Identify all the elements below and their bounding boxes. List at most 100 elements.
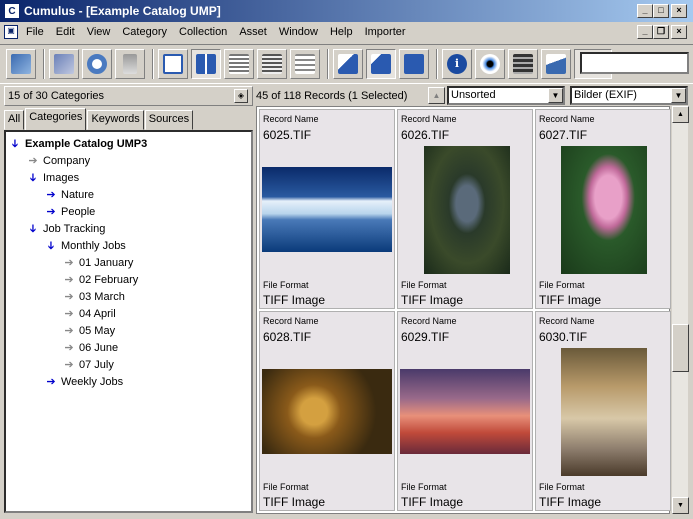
tree-node-label: Job Tracking <box>43 222 106 235</box>
collapsed-arrow-icon[interactable]: ➔ <box>44 188 58 201</box>
lifebuoy-button[interactable] <box>82 49 112 79</box>
small-preview-button[interactable] <box>333 49 363 79</box>
scroll-up-button[interactable]: ▲ <box>672 106 689 123</box>
tree-node[interactable]: ➔ 05 May <box>62 322 115 339</box>
menu-collection[interactable]: Collection <box>173 26 233 38</box>
catalog-button[interactable] <box>49 49 79 79</box>
categories-options-icon[interactable]: ◈ <box>234 89 248 103</box>
tree-node[interactable]: ➔ Job Tracking <box>26 220 106 237</box>
trash-button[interactable] <box>115 49 145 79</box>
filter-button[interactable] <box>541 49 571 79</box>
preview-button[interactable] <box>475 49 505 79</box>
collapsed-arrow-icon[interactable]: ➔ <box>62 273 76 286</box>
collapsed-arrow-icon[interactable]: ➔ <box>44 375 58 388</box>
records-scrollbar[interactable]: ▲ ▼ <box>671 106 689 514</box>
jaguar-photo[interactable] <box>262 369 392 454</box>
sync-button[interactable] <box>6 49 36 79</box>
close-button[interactable]: × <box>671 4 687 18</box>
menu-bar: ▣ File Edit View Category Collection Ass… <box>0 22 693 42</box>
large-preview-icon <box>404 54 424 74</box>
tree-node-label: 01 January <box>79 256 134 269</box>
tab-keywords[interactable]: Keywords <box>87 110 144 130</box>
view-details-button[interactable] <box>224 49 254 79</box>
record-cell[interactable]: Record Name 6030.TIF File Format TIFF Image <box>535 311 671 511</box>
record-cell[interactable]: Record Name 6025.TIF File Format TIFF Image <box>259 109 395 309</box>
record-cell[interactable]: Record Name 6027.TIF File Format TIFF Image <box>535 109 671 309</box>
record-cell[interactable]: Record Name 6026.TIF File Format TIFF Image <box>397 109 533 309</box>
doc-minimize-button[interactable]: _ <box>637 25 653 39</box>
view-columns-button[interactable] <box>257 49 287 79</box>
horses-in-mist-photo[interactable] <box>561 348 647 476</box>
menu-importer[interactable]: Importer <box>359 26 412 38</box>
chevron-down-icon[interactable]: ▼ <box>548 88 563 103</box>
menu-edit[interactable]: Edit <box>50 26 81 38</box>
scroll-thumb[interactable] <box>672 324 689 372</box>
doc-restore-button[interactable]: ❐ <box>653 25 669 39</box>
tree-node[interactable]: ➔ 02 February <box>62 271 138 288</box>
view-set-select[interactable]: Bilder (EXIF) ▼ <box>570 86 688 105</box>
tree-node-label: People <box>61 205 96 218</box>
iceberg-photo[interactable] <box>262 167 392 252</box>
menu-help[interactable]: Help <box>324 26 359 38</box>
expanded-arrow-icon[interactable]: ➔ <box>9 137 22 151</box>
tree-node[interactable]: ➔ Company <box>26 152 90 169</box>
category-tabs: All Categories Keywords Sources <box>4 108 253 130</box>
tab-all[interactable]: All <box>4 110 25 130</box>
tree-node[interactable]: ➔ Monthly Jobs <box>44 237 126 254</box>
expanded-arrow-icon[interactable]: ➔ <box>27 222 40 236</box>
tree-node[interactable]: ➔ 01 January <box>62 254 133 271</box>
menu-asset[interactable]: Asset <box>233 26 273 38</box>
search-input[interactable] <box>580 52 689 74</box>
tree-node[interactable]: ➔ Weekly Jobs <box>44 373 123 390</box>
minimize-button[interactable]: _ <box>637 4 653 18</box>
collapsed-arrow-icon[interactable]: ➔ <box>44 205 58 218</box>
collapsed-arrow-icon[interactable]: ➔ <box>62 256 76 269</box>
pink-flower-photo[interactable] <box>561 146 647 274</box>
view-table-button[interactable] <box>290 49 320 79</box>
view-thumbnail-button[interactable] <box>191 49 221 79</box>
file-format-label: File Format <box>263 280 309 290</box>
tree-node[interactable]: ➔ Example Catalog UMP3 <box>8 135 148 152</box>
expanded-arrow-icon[interactable]: ➔ <box>27 171 40 185</box>
scroll-down-button[interactable]: ▼ <box>672 497 689 514</box>
large-preview-button[interactable] <box>399 49 429 79</box>
menu-view[interactable]: View <box>81 26 117 38</box>
info-button[interactable]: i <box>442 49 472 79</box>
tab-sources[interactable]: Sources <box>144 110 194 130</box>
movie-button[interactable] <box>508 49 538 79</box>
doc-close-button[interactable]: × <box>671 25 687 39</box>
tree-node[interactable]: ➔ 04 April <box>62 305 115 322</box>
medium-preview-button[interactable] <box>366 49 396 79</box>
collapsed-arrow-icon[interactable]: ➔ <box>62 307 76 320</box>
expanded-arrow-icon[interactable]: ➔ <box>45 239 58 253</box>
record-cell[interactable]: Record Name 6029.TIF File Format TIFF Image <box>397 311 533 511</box>
sort-direction-button[interactable]: ▲ <box>428 87 445 104</box>
collapsed-arrow-icon[interactable]: ➔ <box>26 154 40 167</box>
menu-category[interactable]: Category <box>116 26 173 38</box>
maximize-button[interactable]: □ <box>653 4 669 18</box>
view-list-button[interactable] <box>158 49 188 79</box>
toolbar-separator <box>327 49 329 79</box>
collapsed-arrow-icon[interactable]: ➔ <box>62 341 76 354</box>
tab-categories[interactable]: Categories <box>25 108 87 130</box>
record-name-label: Record Name <box>263 114 319 124</box>
sort-select[interactable]: Unsorted ▼ <box>447 86 565 105</box>
collapsed-arrow-icon[interactable]: ➔ <box>62 358 76 371</box>
file-format-value: TIFF Image <box>401 495 464 509</box>
menu-window[interactable]: Window <box>273 26 324 38</box>
sunset-photo[interactable] <box>400 369 530 454</box>
tree-node[interactable]: ➔ Nature <box>44 186 94 203</box>
menu-file[interactable]: File <box>20 26 50 38</box>
tree-node[interactable]: ➔ People <box>44 203 95 220</box>
tree-node[interactable]: ➔ 07 July <box>62 356 113 373</box>
tree-node[interactable]: ➔ 06 June <box>62 339 118 356</box>
record-cell[interactable]: Record Name 6028.TIF File Format TIFF Image <box>259 311 395 511</box>
chevron-down-icon[interactable]: ▼ <box>671 88 686 103</box>
document-icon[interactable]: ▣ <box>4 25 18 39</box>
tree-node[interactable]: ➔ Images <box>26 169 80 186</box>
collapsed-arrow-icon[interactable]: ➔ <box>62 290 76 303</box>
heron-photo[interactable] <box>424 146 510 274</box>
collapsed-arrow-icon[interactable]: ➔ <box>62 324 76 337</box>
tree-node[interactable]: ➔ 03 March <box>62 288 124 305</box>
file-format-value: TIFF Image <box>263 495 326 509</box>
